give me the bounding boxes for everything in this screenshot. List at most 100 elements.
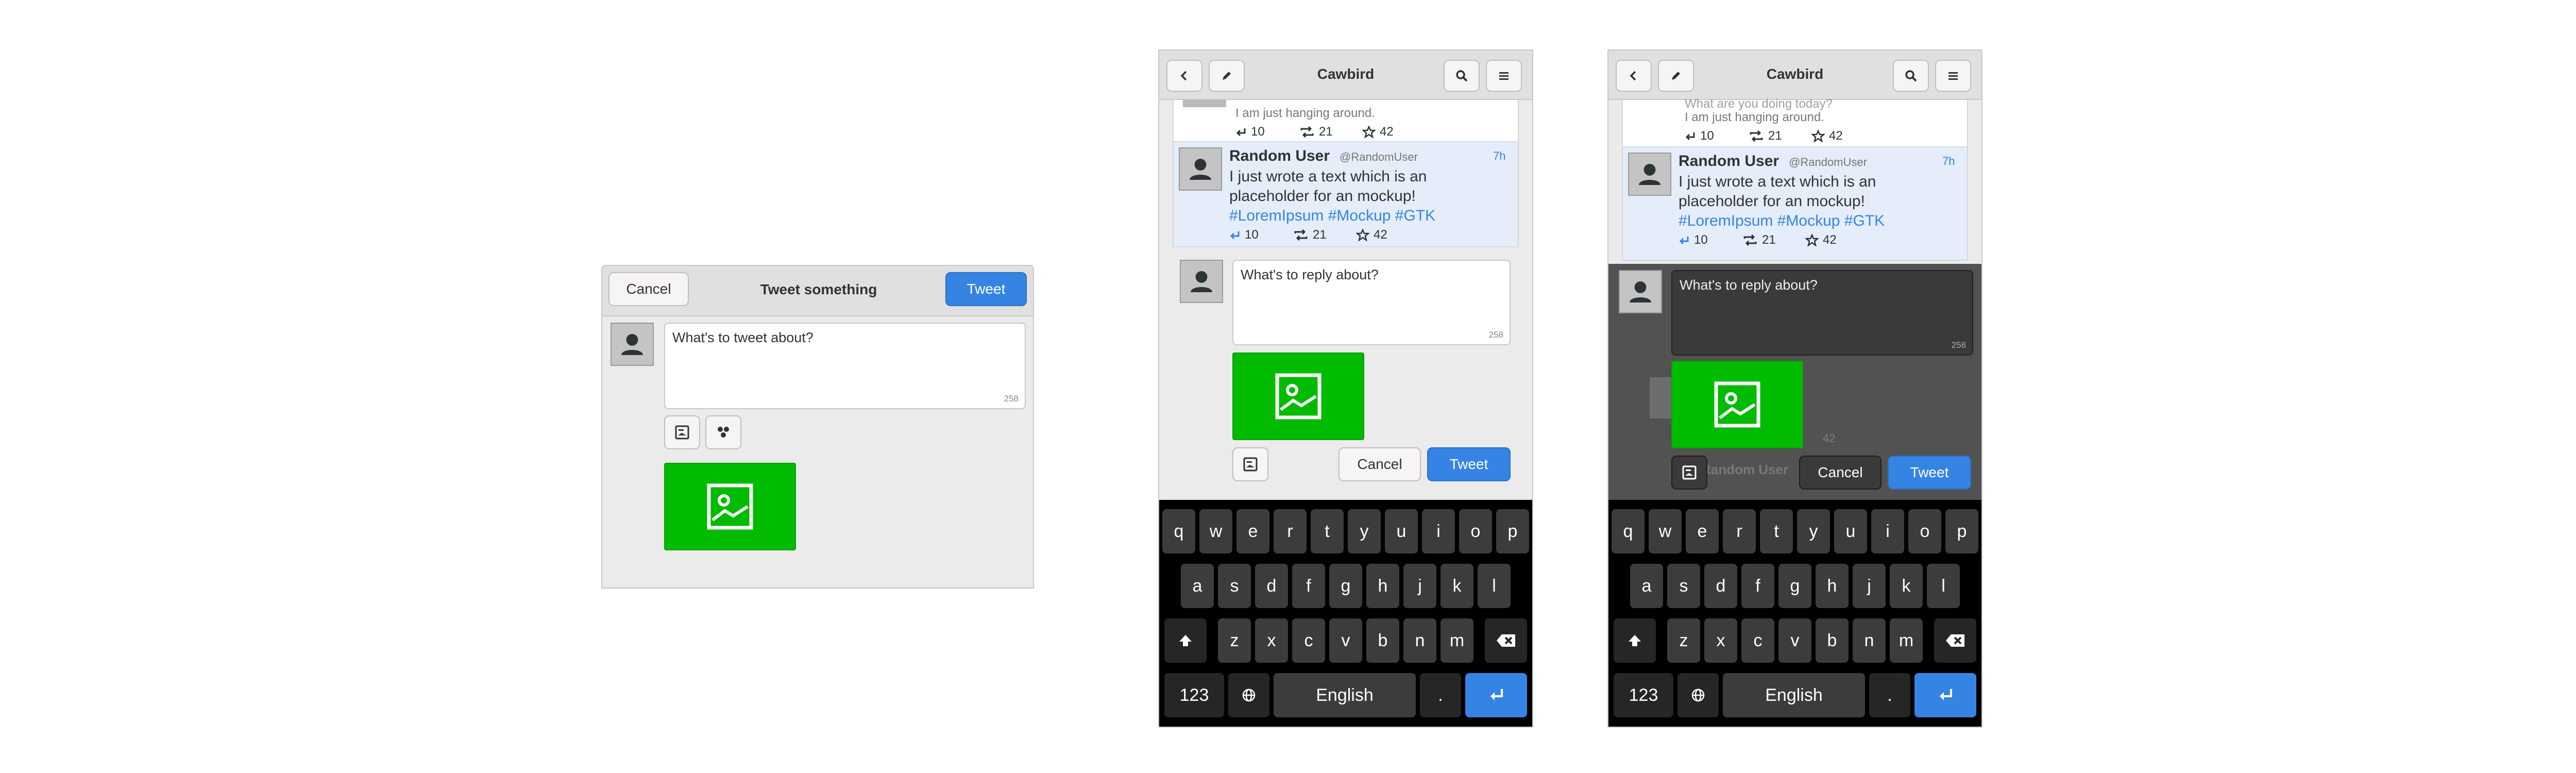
key-k[interactable]: k	[1440, 564, 1473, 608]
enter-key[interactable]	[1465, 673, 1527, 717]
key-i[interactable]: i	[1871, 509, 1904, 553]
like-count[interactable]: 42	[1805, 233, 1837, 247]
key-a[interactable]: a	[1181, 564, 1214, 608]
numbers-key[interactable]: 123	[1164, 673, 1224, 717]
key-w[interactable]: w	[1649, 509, 1682, 553]
back-button[interactable]	[1616, 60, 1652, 92]
attached-image[interactable]	[1232, 352, 1364, 440]
add-image-button[interactable]	[664, 415, 700, 449]
key-o[interactable]: o	[1459, 509, 1492, 553]
search-button[interactable]	[1893, 60, 1929, 92]
key-f[interactable]: f	[1292, 564, 1325, 608]
enter-key[interactable]	[1914, 673, 1976, 717]
tweet-hashtags[interactable]: #LoremIpsum #Mockup #GTK	[1229, 207, 1435, 225]
key-p[interactable]: p	[1496, 509, 1529, 553]
key-z[interactable]: z	[1218, 618, 1251, 663]
key-y[interactable]: y	[1348, 509, 1381, 553]
key-t[interactable]: t	[1760, 509, 1793, 553]
tweet-author[interactable]: Random User	[1679, 153, 1779, 170]
key-l[interactable]: l	[1927, 564, 1960, 608]
reply-count[interactable]: 10	[1235, 125, 1265, 139]
key-j[interactable]: j	[1403, 564, 1436, 608]
tweet-hashtags[interactable]: #LoremIpsum #Mockup #GTK	[1679, 212, 1885, 230]
backspace-key[interactable]	[1934, 618, 1976, 663]
key-g[interactable]: g	[1329, 564, 1362, 608]
search-button[interactable]	[1444, 60, 1480, 92]
shift-key[interactable]	[1164, 618, 1207, 663]
key-n[interactable]: n	[1853, 618, 1886, 663]
key-m[interactable]: m	[1440, 618, 1473, 663]
key-h[interactable]: h	[1816, 564, 1849, 608]
key-c[interactable]: c	[1292, 618, 1325, 663]
retweet-count[interactable]: 21	[1749, 129, 1782, 143]
key-d[interactable]: d	[1704, 564, 1737, 608]
key-u[interactable]: u	[1834, 509, 1867, 553]
key-w[interactable]: w	[1199, 509, 1232, 553]
key-z[interactable]: z	[1667, 618, 1700, 663]
tweet-handle[interactable]: @RandomUser	[1340, 150, 1418, 164]
key-l[interactable]: l	[1478, 564, 1511, 608]
reply-count[interactable]: 10	[1685, 129, 1714, 143]
numbers-key[interactable]: 123	[1614, 673, 1673, 717]
key-y[interactable]: y	[1797, 509, 1830, 553]
key-s[interactable]: s	[1218, 564, 1251, 608]
key-c[interactable]: c	[1741, 618, 1774, 663]
tweet-handle[interactable]: @RandomUser	[1789, 156, 1867, 169]
key-s[interactable]: s	[1667, 564, 1700, 608]
key-v[interactable]: v	[1778, 618, 1811, 663]
period-key[interactable]: .	[1869, 673, 1910, 717]
key-b[interactable]: b	[1366, 618, 1399, 663]
attached-image[interactable]	[664, 463, 796, 550]
reply-text-input[interactable]: What's to reply about? 258	[1232, 260, 1511, 345]
compose-button[interactable]	[1209, 60, 1245, 92]
key-j[interactable]: j	[1853, 564, 1886, 608]
key-r[interactable]: r	[1723, 509, 1756, 553]
back-button[interactable]	[1166, 60, 1202, 92]
key-v[interactable]: v	[1329, 618, 1362, 663]
cancel-button[interactable]: Cancel	[608, 272, 689, 306]
key-a[interactable]: a	[1630, 564, 1663, 608]
tweet-text-input[interactable]: What's to tweet about? 258	[664, 323, 1026, 409]
key-m[interactable]: m	[1890, 618, 1923, 663]
tweet-author[interactable]: Random User	[1229, 147, 1330, 165]
key-o[interactable]: o	[1908, 509, 1941, 553]
like-count[interactable]: 42	[1811, 129, 1843, 143]
like-count[interactable]: 42	[1356, 228, 1387, 242]
compose-button[interactable]	[1658, 60, 1694, 92]
key-u[interactable]: u	[1385, 509, 1418, 553]
key-t[interactable]: t	[1311, 509, 1344, 553]
space-key[interactable]: English	[1723, 673, 1865, 717]
reply-text-input[interactable]: What's to reply about? 258	[1671, 270, 1973, 356]
tweet-button[interactable]: Tweet	[1427, 447, 1511, 481]
cancel-button[interactable]: Cancel	[1799, 456, 1882, 490]
key-k[interactable]: k	[1890, 564, 1923, 608]
key-q[interactable]: q	[1612, 509, 1645, 553]
key-g[interactable]: g	[1778, 564, 1811, 608]
menu-button[interactable]	[1486, 60, 1522, 92]
reply-count[interactable]: 10	[1229, 228, 1259, 242]
reply-count[interactable]: 10	[1679, 233, 1708, 247]
cancel-button[interactable]: Cancel	[1338, 447, 1421, 481]
retweet-count[interactable]: 21	[1299, 125, 1333, 139]
add-poll-button[interactable]	[705, 415, 741, 449]
shift-key[interactable]	[1614, 618, 1656, 663]
backspace-key[interactable]	[1485, 618, 1527, 663]
retweet-count[interactable]: 21	[1293, 228, 1327, 242]
retweet-count[interactable]: 21	[1742, 233, 1776, 247]
tweet-button[interactable]: Tweet	[1888, 456, 1971, 490]
menu-button[interactable]	[1935, 60, 1971, 92]
language-switch-key[interactable]	[1677, 673, 1719, 717]
key-b[interactable]: b	[1816, 618, 1849, 663]
add-image-button[interactable]	[1671, 456, 1707, 490]
attached-image[interactable]	[1671, 361, 1803, 448]
key-i[interactable]: i	[1422, 509, 1455, 553]
like-count[interactable]: 42	[1362, 125, 1394, 139]
period-key[interactable]: .	[1420, 673, 1461, 717]
key-h[interactable]: h	[1366, 564, 1399, 608]
key-d[interactable]: d	[1255, 564, 1288, 608]
key-n[interactable]: n	[1403, 618, 1436, 663]
highlighted-tweet[interactable]: Random User @RandomUser 7h I just wrote …	[1623, 146, 1967, 261]
highlighted-tweet[interactable]: Random User @RandomUser 7h I just wrote …	[1174, 141, 1518, 247]
key-e[interactable]: e	[1236, 509, 1269, 553]
space-key[interactable]: English	[1274, 673, 1416, 717]
